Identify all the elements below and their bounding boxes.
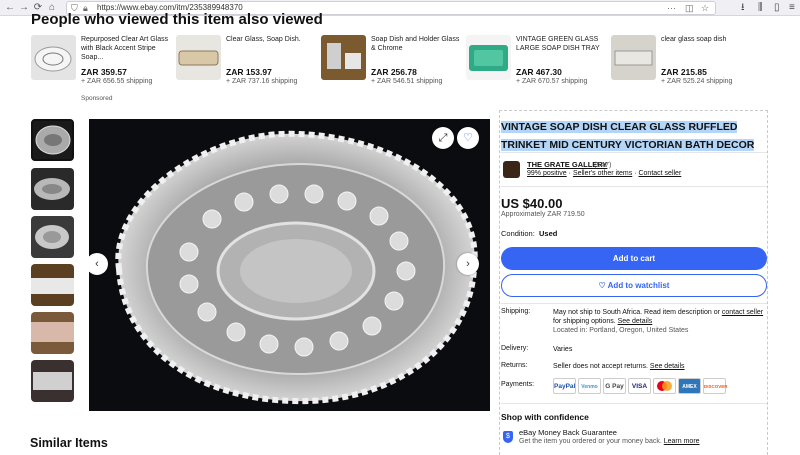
heart-icon: ♡: [598, 281, 606, 290]
payments-label: Payments:: [501, 381, 535, 388]
shipping-text-2: for shipping options.: [553, 318, 616, 325]
more-icon[interactable]: ···: [667, 3, 676, 14]
item-title[interactable]: Soap Dish and Holder Glass & Chrome: [371, 35, 463, 53]
seller-links: 99% positive · Seller's other items · Co…: [527, 170, 682, 177]
item-shipping: + ZAR 525.24 shipping: [661, 78, 733, 85]
item-price: ZAR 359.57: [81, 67, 127, 77]
shipping-info: May not ship to South Africa. Read item …: [553, 308, 767, 335]
returns-label: Returns:: [501, 362, 528, 369]
seller-feedback-count[interactable]: (547): [594, 160, 612, 169]
forward-icon[interactable]: →: [18, 2, 30, 14]
seller-avatar[interactable]: [503, 161, 520, 178]
contact-seller-link[interactable]: Contact seller: [638, 170, 681, 177]
delivery-value: Varies: [553, 346, 573, 353]
image-thumbnail-list: [30, 117, 76, 412]
item-thumbnail[interactable]: [611, 35, 656, 80]
item-title[interactable]: clear glass soap dish: [661, 35, 753, 44]
shipping-label: Shipping:: [501, 308, 531, 315]
main-product-image[interactable]: ⤢ ♡ ‹ ›: [89, 119, 490, 411]
money-back-guarantee-text: Get the item you ordered or your money b…: [519, 438, 700, 445]
next-image-button[interactable]: ›: [457, 253, 479, 275]
item-shipping: + ZAR 670.57 shipping: [516, 78, 588, 85]
item-price: ZAR 215.85: [661, 67, 707, 77]
listing-title-text: VINTAGE SOAP DISH CLEAR GLASS RUFFLED TR…: [501, 121, 755, 151]
approx-price: Approximately ZAR 719.50: [501, 211, 585, 218]
item-title[interactable]: VINTAGE GREEN GLASS LARGE SOAP DISH TRAY: [516, 35, 608, 53]
also-viewed-item[interactable]: VINTAGE GREEN GLASS LARGE SOAP DISH TRAY…: [466, 35, 606, 105]
also-viewed-heading: People who viewed this item also viewed: [31, 11, 323, 28]
also-viewed-item[interactable]: Clear Glass, Soap Dish. ZAR 153.97 + ZAR…: [176, 35, 316, 105]
other-items-link[interactable]: Seller's other items: [573, 170, 632, 177]
paypal-icon: PayPal: [553, 378, 576, 394]
delivery-label: Delivery:: [501, 345, 529, 352]
expand-icon[interactable]: ⤢: [432, 127, 454, 149]
bookmark-star-icon[interactable]: ☆: [701, 3, 709, 14]
soap-dish-photo: [89, 119, 490, 411]
image-thumbnail[interactable]: [31, 216, 74, 258]
item-location: Located in: Portland, Oregon, United Sta…: [553, 327, 689, 334]
item-shipping: + ZAR 546.51 shipping: [371, 78, 443, 85]
returns-info: Seller does not accept returns. See deta…: [553, 362, 767, 371]
menu-icon[interactable]: ≡: [789, 2, 795, 14]
item-title[interactable]: Repurposed Clear Art Glass with Black Ac…: [81, 35, 173, 62]
item-thumbnail[interactable]: [466, 35, 511, 80]
also-viewed-item[interactable]: Soap Dish and Holder Glass & Chrome ZAR …: [321, 35, 461, 105]
divider: [501, 152, 767, 153]
discover-icon: DISCOVER: [703, 378, 728, 394]
shop-confidence-heading: Shop with confidence: [501, 412, 589, 422]
item-price: ZAR 153.97: [226, 67, 272, 77]
image-thumbnail[interactable]: [31, 168, 74, 210]
amex-icon: AMEX: [678, 378, 701, 394]
add-to-watchlist-button[interactable]: ♡ Add to watchlist: [501, 274, 767, 297]
image-thumbnail[interactable]: [31, 360, 74, 402]
see-details-link[interactable]: See details: [618, 318, 653, 325]
also-viewed-item[interactable]: Repurposed Clear Art Glass with Black Ac…: [31, 35, 171, 105]
divider: [501, 403, 767, 404]
similar-items-heading: Similar Items: [30, 436, 108, 450]
google-pay-icon: G Pay: [603, 378, 626, 394]
money-back-guarantee-title: eBay Money Back Guarantee: [519, 428, 617, 437]
visa-icon: VISA: [628, 378, 651, 394]
item-title[interactable]: Clear Glass, Soap Dish.: [226, 35, 318, 44]
money-back-shield-icon: $: [503, 431, 513, 443]
condition-value: Used: [539, 229, 558, 238]
shipping-text: May not ship to South Africa. Read item …: [553, 309, 720, 316]
item-thumbnail[interactable]: [321, 35, 366, 80]
mastercard-icon: [653, 378, 676, 394]
image-thumbnail[interactable]: [31, 264, 74, 306]
item-price: ZAR 467.30: [516, 67, 562, 77]
learn-more-link[interactable]: Learn more: [664, 438, 700, 445]
watchlist-label: Add to watchlist: [607, 281, 670, 290]
item-shipping: + ZAR 656.55 shipping: [81, 78, 153, 85]
returns-text: Seller does not accept returns.: [553, 363, 648, 370]
contact-seller-link[interactable]: contact seller: [722, 309, 763, 316]
back-icon[interactable]: ←: [4, 2, 16, 14]
listing-title: VINTAGE SOAP DISH CLEAR GLASS RUFFLED TR…: [501, 117, 767, 151]
item-price: ZAR 256.78: [371, 67, 417, 77]
heart-icon[interactable]: ♡: [457, 127, 479, 149]
venmo-icon: Venmo: [578, 378, 601, 394]
item-shipping: + ZAR 737.16 shipping: [226, 78, 298, 85]
mbg-sub-text: Get the item you ordered or your money b…: [519, 438, 662, 445]
item-thumbnail[interactable]: [31, 35, 76, 80]
item-price-main: US $40.00: [501, 196, 563, 211]
image-thumbnail[interactable]: [31, 119, 74, 161]
divider: [501, 186, 767, 187]
image-thumbnail[interactable]: [31, 312, 74, 354]
add-to-cart-button[interactable]: Add to cart: [501, 247, 767, 270]
see-details-link[interactable]: See details: [650, 363, 685, 370]
pocket-icon[interactable]: ◫: [685, 3, 694, 14]
condition-label: Condition:: [501, 229, 535, 238]
also-viewed-item[interactable]: clear glass soap dish ZAR 215.85 + ZAR 5…: [611, 35, 751, 105]
positive-feedback-link[interactable]: 99% positive: [527, 170, 567, 177]
divider: [501, 303, 767, 304]
library-icon[interactable]: ⫼: [758, 2, 763, 14]
item-thumbnail[interactable]: [176, 35, 221, 80]
sponsored-label: Sponsored: [81, 95, 113, 102]
download-icon[interactable]: ⭳: [741, 2, 745, 14]
sidebar-icon[interactable]: ▯: [774, 2, 780, 14]
